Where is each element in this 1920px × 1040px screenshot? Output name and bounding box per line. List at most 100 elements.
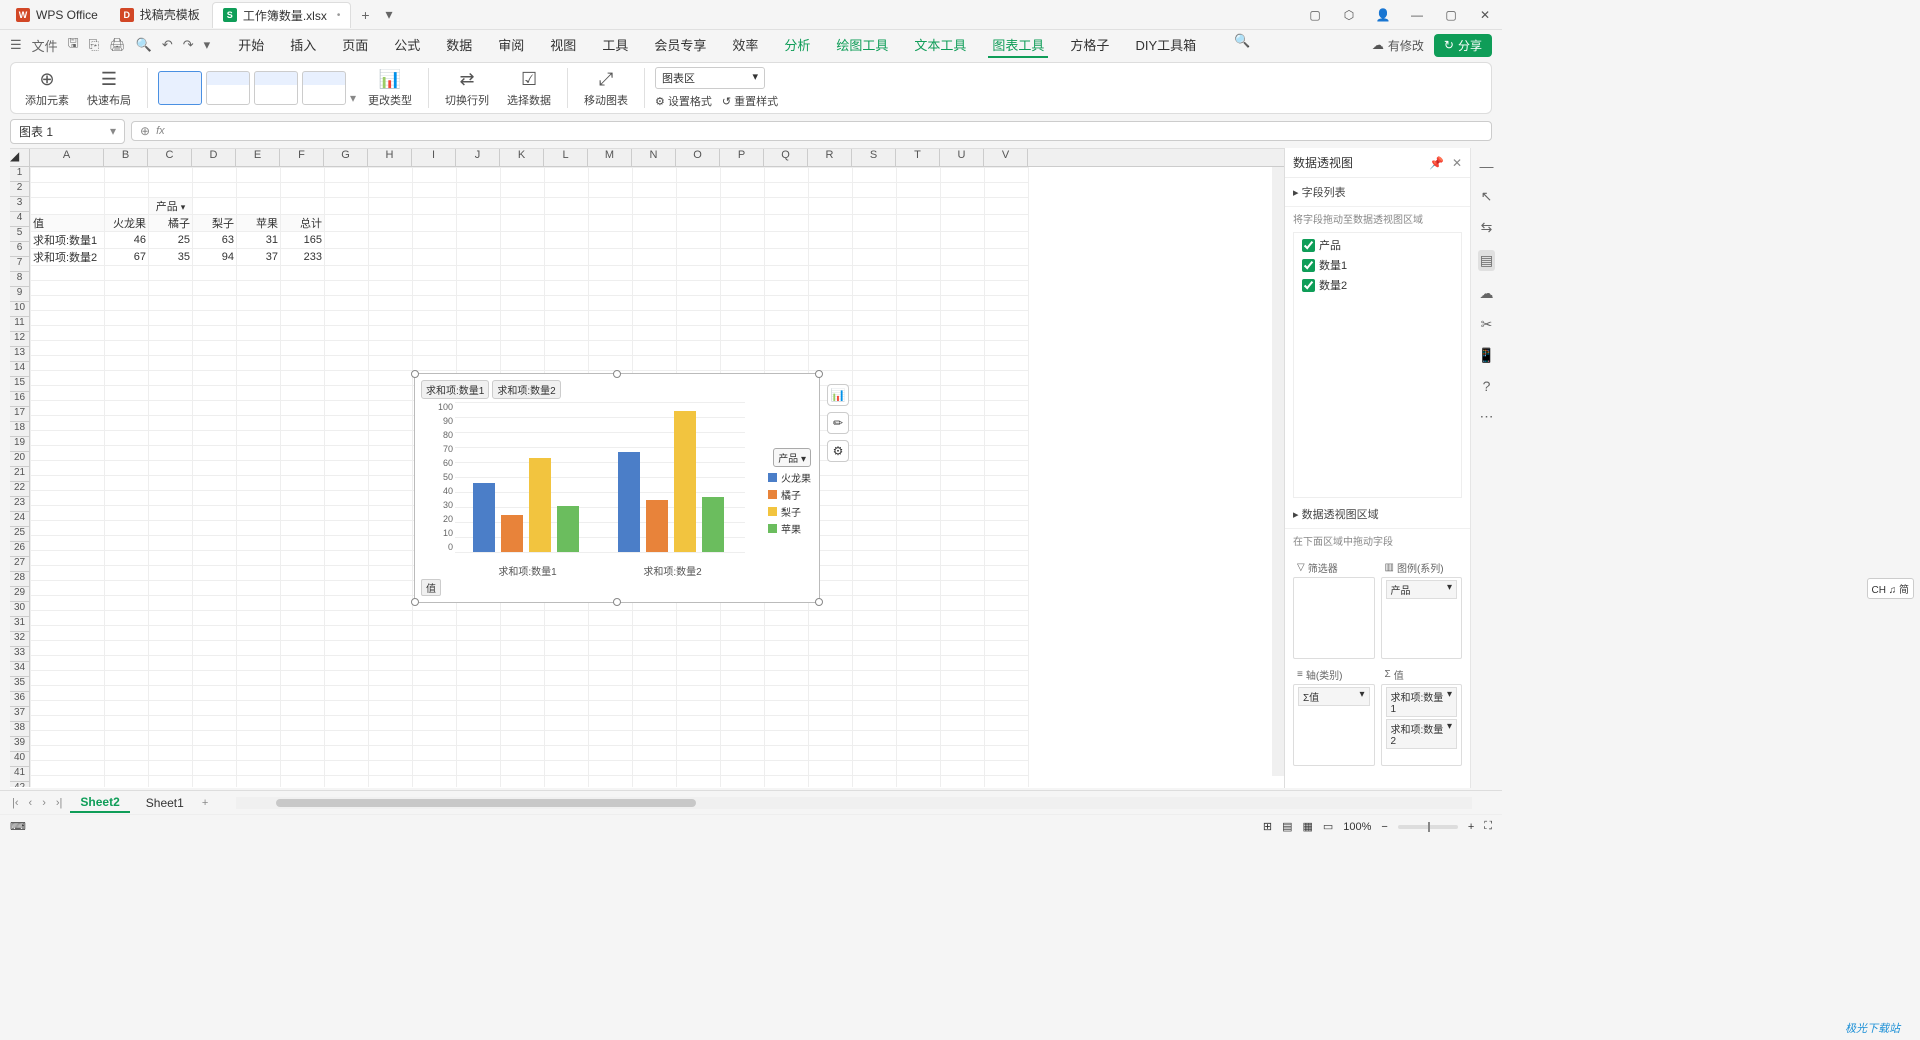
cell[interactable] (985, 311, 1029, 326)
cell[interactable] (237, 581, 281, 596)
cell[interactable] (941, 521, 985, 536)
cell[interactable] (545, 183, 589, 198)
area-values-box[interactable]: 求和项:数量1▾ 求和项:数量2▾ (1381, 684, 1463, 766)
cell[interactable] (633, 701, 677, 716)
cell[interactable] (985, 401, 1029, 416)
cell[interactable] (765, 215, 809, 232)
cell[interactable] (457, 296, 501, 311)
cell[interactable] (31, 716, 105, 731)
row-header[interactable]: 6 (10, 242, 29, 257)
cell[interactable] (677, 611, 721, 626)
cell[interactable] (589, 183, 633, 198)
cell[interactable] (31, 671, 105, 686)
cell[interactable] (237, 761, 281, 776)
cell[interactable] (501, 266, 545, 281)
ribbon-switch-rc[interactable]: ⇄切换行列 (439, 67, 495, 110)
cell[interactable] (413, 168, 457, 183)
chart-value-pill[interactable]: 值 (421, 579, 441, 596)
cell[interactable] (853, 701, 897, 716)
cell[interactable] (281, 446, 325, 461)
cell[interactable] (721, 341, 765, 356)
cell[interactable] (325, 198, 369, 215)
cell[interactable] (721, 641, 765, 656)
cell[interactable] (281, 746, 325, 761)
cell[interactable] (325, 626, 369, 641)
cell[interactable] (853, 266, 897, 281)
tab-wps[interactable]: W WPS Office (6, 4, 108, 26)
cell[interactable] (31, 551, 105, 566)
cell[interactable] (589, 215, 633, 232)
cell[interactable]: 94 (193, 249, 237, 266)
cell[interactable] (721, 311, 765, 326)
cell[interactable] (149, 611, 193, 626)
col-header[interactable]: J (456, 149, 500, 166)
cell[interactable] (677, 686, 721, 701)
cell[interactable] (237, 183, 281, 198)
cell[interactable] (897, 626, 941, 641)
cell[interactable] (369, 731, 413, 746)
cell[interactable] (413, 611, 457, 626)
cell[interactable] (193, 521, 237, 536)
cell[interactable] (765, 281, 809, 296)
cell[interactable] (853, 311, 897, 326)
cell[interactable] (105, 641, 149, 656)
cell[interactable] (149, 551, 193, 566)
cell[interactable] (809, 296, 853, 311)
cell[interactable] (897, 716, 941, 731)
cell[interactable] (105, 461, 149, 476)
cell[interactable] (149, 168, 193, 183)
cell[interactable] (325, 431, 369, 446)
select-all-corner[interactable]: ◢ (10, 149, 30, 166)
row-header[interactable]: 15 (10, 377, 29, 392)
undo-icon[interactable]: ↶ (162, 37, 173, 53)
cell[interactable] (633, 776, 677, 788)
cell[interactable] (589, 716, 633, 731)
cell[interactable] (31, 416, 105, 431)
cell[interactable] (633, 656, 677, 671)
cell[interactable] (721, 249, 765, 266)
cell[interactable] (149, 656, 193, 671)
cell[interactable] (501, 326, 545, 341)
cell[interactable] (369, 296, 413, 311)
cell[interactable] (193, 551, 237, 566)
cell[interactable] (765, 626, 809, 641)
cell[interactable] (281, 731, 325, 746)
cell[interactable] (853, 215, 897, 232)
cell[interactable] (281, 326, 325, 341)
cell[interactable] (545, 296, 589, 311)
area-axis-item[interactable]: Σ值▾ (1298, 687, 1370, 706)
cell[interactable] (501, 249, 545, 266)
cell[interactable]: 总计 (281, 215, 325, 232)
chart-style-button[interactable]: ✏ (827, 412, 849, 434)
cell[interactable] (501, 746, 545, 761)
cell[interactable] (457, 266, 501, 281)
cell[interactable] (985, 249, 1029, 266)
cell[interactable] (545, 656, 589, 671)
view-pagelayout-icon[interactable]: ▤ (1282, 820, 1292, 833)
cell[interactable] (325, 701, 369, 716)
cell[interactable] (369, 232, 413, 249)
cell[interactable] (237, 521, 281, 536)
cell[interactable] (457, 716, 501, 731)
cell[interactable] (237, 281, 281, 296)
cell[interactable] (545, 716, 589, 731)
tab-menu-button[interactable]: ▾ (378, 2, 401, 27)
cell[interactable] (677, 198, 721, 215)
cell[interactable] (985, 626, 1029, 641)
cell[interactable]: 值 (31, 215, 105, 232)
file-menu[interactable]: 文件 (32, 36, 58, 55)
cell[interactable] (31, 746, 105, 761)
cell[interactable] (589, 776, 633, 788)
cell[interactable] (721, 168, 765, 183)
cell[interactable] (589, 341, 633, 356)
cell[interactable] (985, 536, 1029, 551)
cell[interactable] (369, 401, 413, 416)
cell[interactable] (941, 776, 985, 788)
cell[interactable] (369, 326, 413, 341)
cell[interactable] (237, 296, 281, 311)
cell[interactable] (369, 716, 413, 731)
cell[interactable] (941, 761, 985, 776)
cell[interactable] (105, 183, 149, 198)
cell[interactable] (193, 716, 237, 731)
cell[interactable] (897, 521, 941, 536)
